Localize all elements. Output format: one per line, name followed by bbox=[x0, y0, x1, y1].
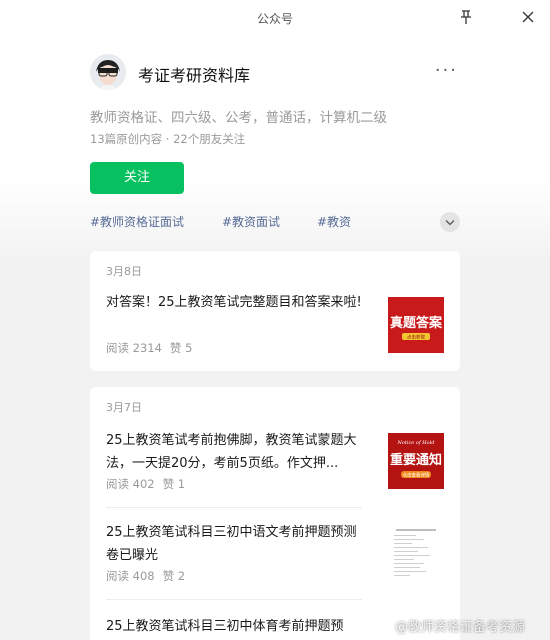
close-icon[interactable] bbox=[518, 7, 538, 27]
article-thumbnail-document[interactable] bbox=[388, 525, 444, 581]
divider bbox=[106, 599, 362, 600]
like-count: 赞 1 bbox=[162, 477, 186, 491]
article-meta: 阅读 2314 赞 5 bbox=[106, 340, 192, 356]
article-title[interactable]: 对答案！25上教资笔试完整题目和答案来啦! bbox=[106, 291, 364, 314]
article-group-card: 3月8日 对答案！25上教资笔试完整题目和答案来啦! 阅读 2314 赞 5 真题… bbox=[90, 251, 460, 371]
title-bar: 公众号 bbox=[0, 0, 550, 36]
tag-teacher-interview[interactable]: #教资面试 bbox=[222, 213, 280, 230]
thumbnail-subtext: 点击获取 bbox=[407, 334, 425, 341]
account-name: 考证考研资料库 bbox=[138, 66, 251, 85]
expand-tags-button[interactable] bbox=[440, 212, 460, 232]
read-count: 阅读 408 bbox=[106, 569, 155, 583]
article-title[interactable]: 25上教资笔试科目三初中语文考前押题预测卷已曝光 bbox=[106, 521, 364, 567]
thumbnail-caption: Notice of Hold bbox=[397, 440, 435, 446]
follow-button[interactable]: 关注 bbox=[90, 162, 184, 194]
account-description: 教师资格证、四六级、公考，普通话，计算机二级 bbox=[90, 110, 387, 126]
tag-teacher-cert-interview[interactable]: #教师资格证面试 bbox=[90, 213, 184, 230]
group-date: 3月7日 bbox=[106, 401, 142, 414]
group-date: 3月8日 bbox=[106, 265, 142, 278]
more-options-button[interactable]: ··· bbox=[435, 60, 458, 81]
account-header: 考证考研资料库 ··· bbox=[90, 54, 460, 94]
article-title[interactable]: 25上教资笔试科目三初中体育考前押题预 bbox=[106, 615, 364, 638]
article-meta: 阅读 408 赞 2 bbox=[106, 568, 185, 584]
thumbnail-subtext: 点击查看详情 bbox=[403, 472, 430, 479]
account-stats: 13篇原创内容 · 22个朋友关注 bbox=[90, 132, 246, 146]
like-count: 赞 2 bbox=[162, 569, 186, 583]
thumbnail-text: 真题答案 bbox=[390, 315, 443, 331]
pin-icon[interactable] bbox=[456, 7, 476, 27]
tag-teacher-cert[interactable]: #教资 bbox=[317, 213, 351, 230]
article-title[interactable]: 25上教资笔试考前抱佛脚，教资笔试蒙题大法，一天提20分，考前5页纸。作文押..… bbox=[106, 429, 364, 475]
article-thumbnail[interactable]: 真题答案 点击获取 bbox=[388, 297, 444, 353]
watermark: @教师资格证备考资源 bbox=[395, 620, 526, 635]
read-count: 阅读 2314 bbox=[106, 341, 162, 355]
like-count: 赞 5 bbox=[169, 341, 193, 355]
avatar[interactable] bbox=[90, 54, 126, 90]
article-meta: 阅读 402 赞 1 bbox=[106, 476, 185, 492]
chevron-down-icon bbox=[445, 220, 455, 226]
article-group-card: 3月7日 25上教资笔试考前抱佛脚，教资笔试蒙题大法，一天提20分，考前5页纸。… bbox=[90, 387, 460, 640]
read-count: 阅读 402 bbox=[106, 477, 155, 491]
divider bbox=[106, 507, 362, 508]
thumbnail-text: 重要通知 bbox=[390, 452, 442, 468]
article-thumbnail[interactable]: Notice of Hold 重要通知 点击查看详情 bbox=[388, 433, 444, 489]
